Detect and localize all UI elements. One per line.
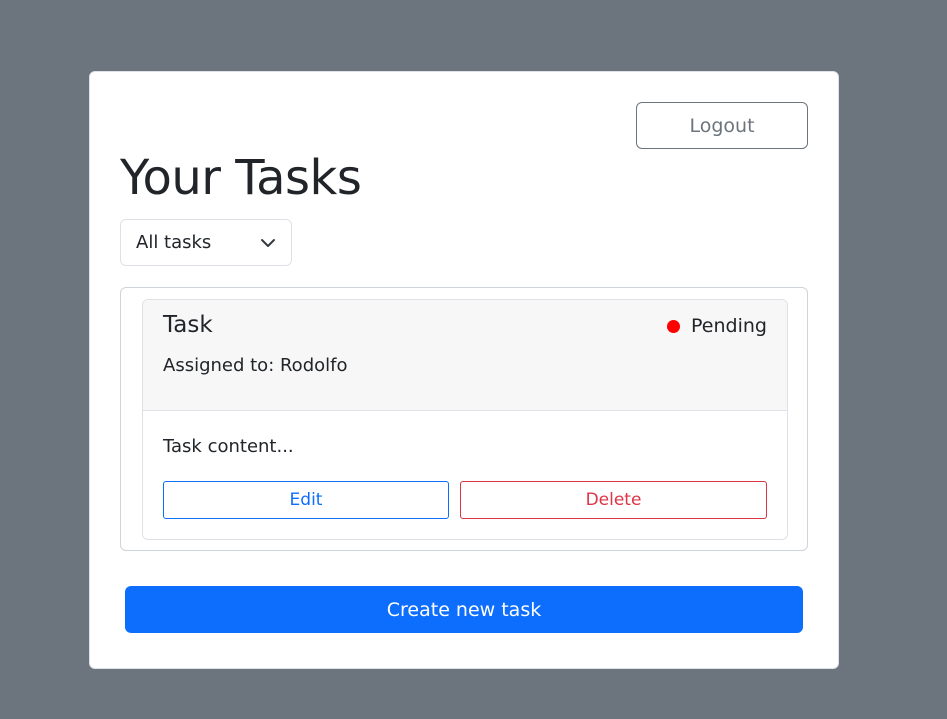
page-title: Your Tasks bbox=[120, 150, 362, 206]
delete-task-button[interactable]: Delete bbox=[460, 481, 767, 519]
chevron-down-icon bbox=[261, 238, 275, 247]
logout-button[interactable]: Logout bbox=[636, 102, 808, 149]
task-filter-select[interactable]: All tasks bbox=[120, 219, 292, 266]
task-status: Pending bbox=[667, 315, 767, 337]
task-card: Task Pending Assigned to: Rodolfo Task c… bbox=[142, 299, 788, 540]
task-list: Task Pending Assigned to: Rodolfo Task c… bbox=[120, 287, 808, 551]
create-task-button[interactable]: Create new task bbox=[125, 586, 803, 633]
task-title: Task bbox=[163, 312, 213, 338]
task-content: Task content... bbox=[163, 436, 294, 457]
edit-task-button[interactable]: Edit bbox=[163, 481, 449, 519]
task-assignee: Assigned to: Rodolfo bbox=[163, 355, 348, 376]
task-card-header: Task Pending Assigned to: Rodolfo bbox=[143, 300, 787, 411]
tasks-panel: Logout Your Tasks All tasks Task Pending… bbox=[89, 71, 839, 669]
status-dot-icon bbox=[667, 319, 681, 333]
task-status-label: Pending bbox=[691, 315, 767, 337]
task-filter-value: All tasks bbox=[136, 232, 212, 253]
